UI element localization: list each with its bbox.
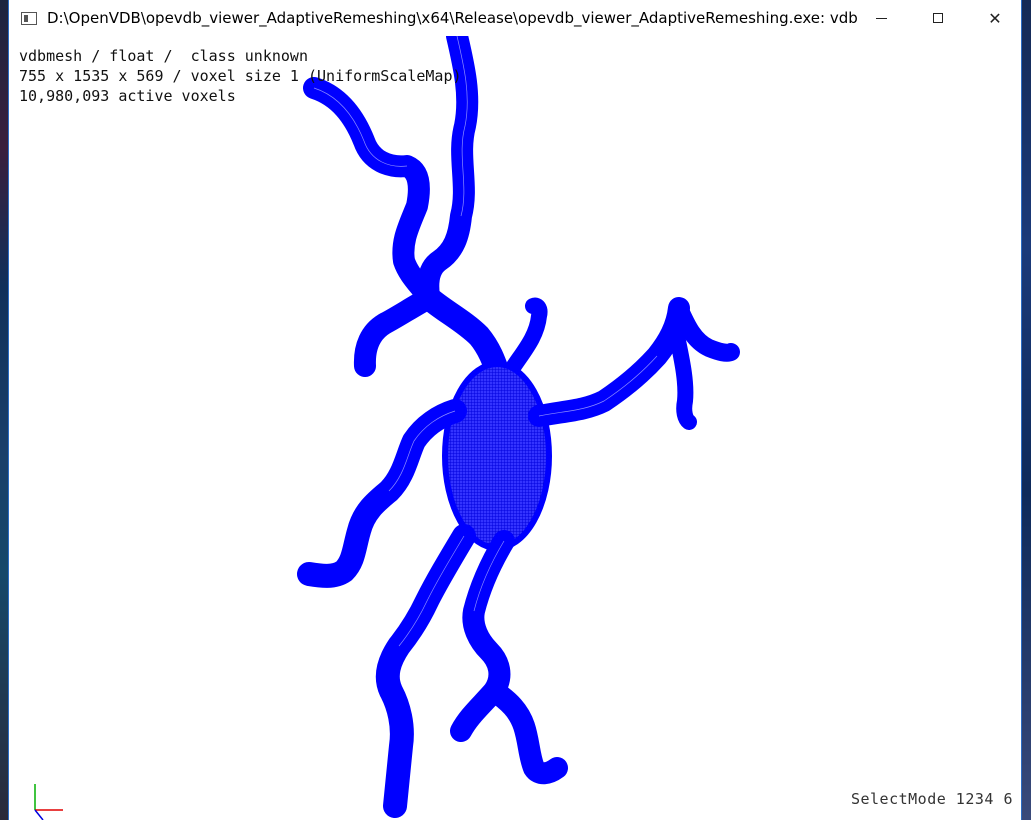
window-title: D:\OpenVDB\opevdb_viewer_AdaptiveRemeshi… xyxy=(47,9,857,27)
close-button[interactable]: ✕ xyxy=(966,0,1024,36)
minimize-icon xyxy=(875,17,887,19)
dimensions-info-line: 755 x 1535 x 569 / voxel size 1 (Uniform… xyxy=(19,67,462,85)
close-icon: ✕ xyxy=(988,8,1002,28)
wireframe-mesh xyxy=(297,36,740,818)
grid-info-line: vdbmesh / float / class unknown xyxy=(19,47,308,65)
select-mode-status: SelectMode 1234 6 xyxy=(850,790,1013,808)
info-overlay: vdbmesh / float / class unknown 755 x 15… xyxy=(19,46,462,106)
desktop-background-right xyxy=(1022,0,1031,820)
title-bar[interactable]: D:\OpenVDB\opevdb_viewer_AdaptiveRemeshi… xyxy=(9,0,1021,36)
axis-gizmo-icon xyxy=(34,784,63,820)
app-icon xyxy=(21,11,37,25)
minimize-button[interactable] xyxy=(852,0,910,36)
viewer-window: D:\OpenVDB\opevdb_viewer_AdaptiveRemeshi… xyxy=(8,0,1022,820)
3d-viewport[interactable]: vdbmesh / float / class unknown 755 x 15… xyxy=(9,36,1021,820)
voxel-count-line: 10,980,093 active voxels xyxy=(19,87,236,105)
maximize-button[interactable] xyxy=(909,0,967,36)
maximize-icon xyxy=(933,13,943,23)
